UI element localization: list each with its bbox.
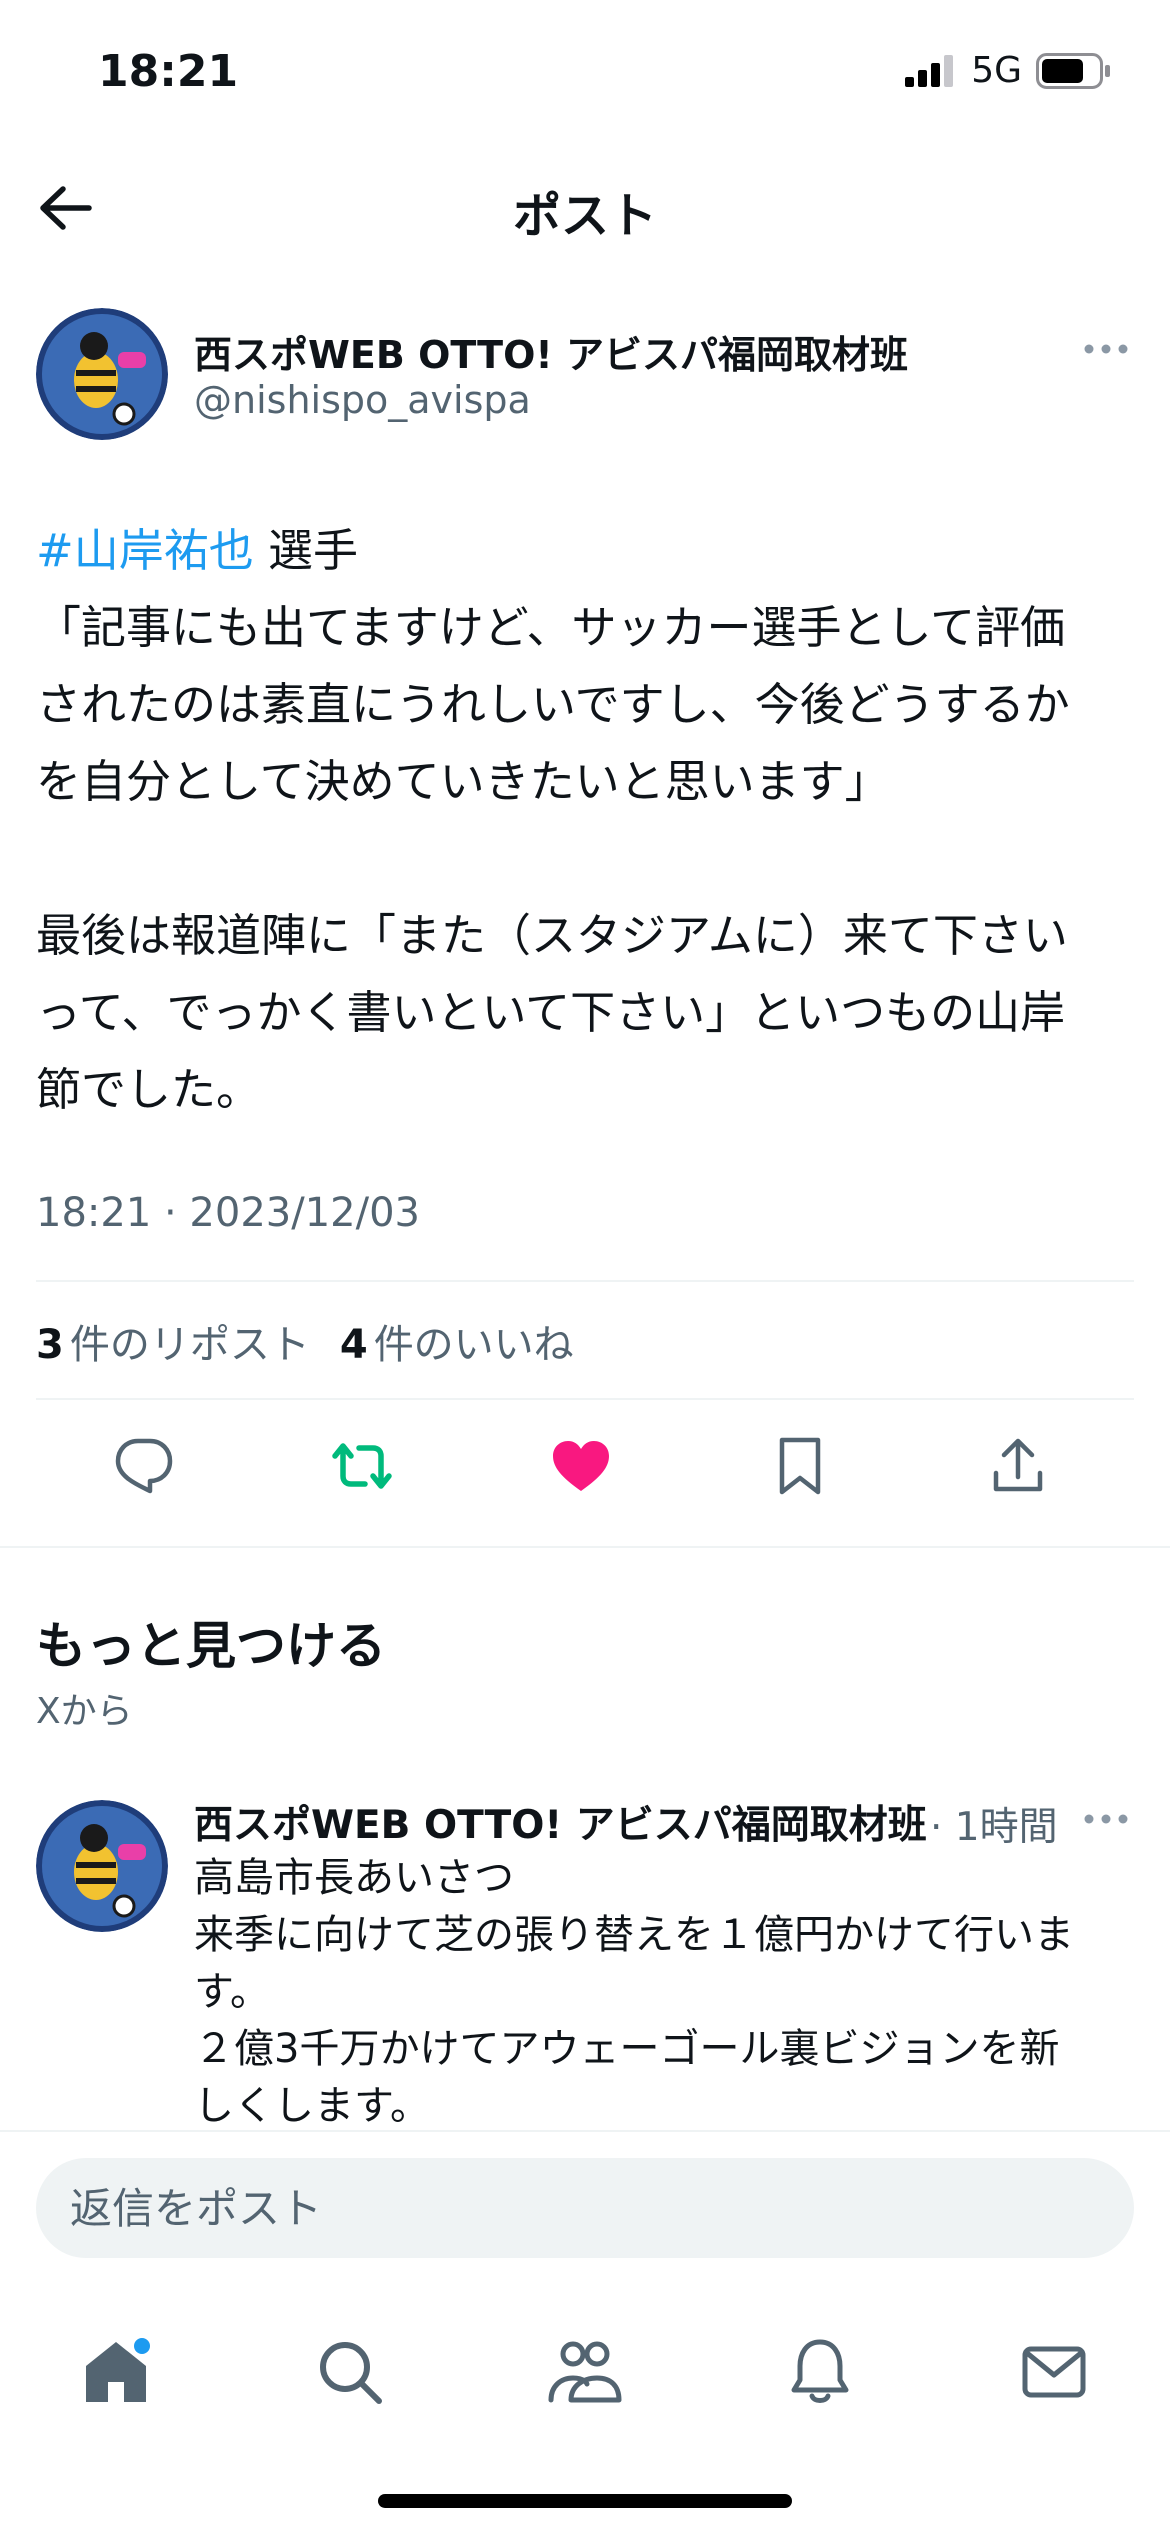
author-name[interactable]: 西スポWEB OTTO! アビスパ福岡取材班 — [194, 324, 908, 379]
more-dots-icon — [1084, 1814, 1128, 1824]
post-text: #山岸祐也 選手 「記事にも出てますけど、サッカー選手として評価 されたのは素直… — [36, 512, 1136, 1128]
notifications-icon — [791, 2339, 849, 2403]
status-time: 18:21 — [98, 46, 239, 97]
action-bar — [0, 1428, 1170, 1504]
discover-subtitle: Xから — [36, 1691, 133, 1732]
tab-home[interactable] — [66, 2322, 166, 2422]
like-icon — [553, 1441, 609, 1491]
messages-icon — [1022, 2346, 1086, 2398]
reply-button[interactable] — [104, 1428, 184, 1504]
divider — [36, 1280, 1134, 1282]
section-divider — [0, 1546, 1170, 1548]
avispa-logo-icon — [36, 308, 168, 440]
reposts-label: 件のリポスト — [69, 1322, 310, 1368]
home-icon — [86, 2338, 150, 2402]
quote-line: 「記事にも出てますけど、サッカー選手として評価 — [36, 601, 1066, 654]
recommended-more-button[interactable] — [1076, 1804, 1136, 1834]
likes-stat[interactable]: 4 件のいいね — [340, 1312, 574, 1370]
reposts-stat[interactable]: 3 件のリポスト — [36, 1312, 310, 1370]
bookmark-button[interactable] — [760, 1428, 840, 1504]
closing-line: 節でした。 — [36, 1063, 262, 1116]
tab-communities[interactable] — [535, 2322, 635, 2422]
recommended-line: す。 — [194, 1969, 270, 2015]
share-button[interactable] — [978, 1428, 1058, 1504]
reposts-count: 3 — [36, 1322, 64, 1368]
avatar[interactable] — [36, 308, 168, 440]
home-indicator — [378, 2494, 792, 2508]
back-button[interactable] — [30, 178, 100, 238]
closing-line: 最後は報道陣に「また（スタジアムに）来て下さい — [36, 909, 1068, 962]
reply-bar — [0, 2130, 1170, 2310]
like-button[interactable] — [541, 1428, 621, 1504]
quote-line: を自分として決めていきたいと思います」 — [36, 755, 890, 808]
network-label: 5G — [971, 50, 1022, 91]
page-title: ポスト — [512, 188, 657, 244]
hashtag-suffix: 選手 — [253, 524, 359, 577]
tab-search[interactable] — [300, 2322, 400, 2422]
divider — [36, 1398, 1134, 1400]
recommended-line: 高島市長あいさつ — [194, 1855, 514, 1901]
signal-icon — [905, 54, 954, 87]
recommended-time: · 1時間 — [930, 1805, 1058, 1850]
avispa-logo-icon — [36, 1800, 168, 1932]
reply-icon — [115, 1438, 173, 1494]
reply-input[interactable] — [36, 2158, 1134, 2258]
battery-icon — [1036, 52, 1110, 89]
recommended-line: 来季に向けて芝の張り替えを１億円かけて行いま — [194, 1912, 1074, 1958]
tab-messages[interactable] — [1004, 2322, 1104, 2422]
likes-count: 4 — [339, 1322, 368, 1368]
communities-icon — [548, 2341, 622, 2403]
more-button[interactable] — [1076, 334, 1136, 364]
search-icon — [320, 2342, 382, 2404]
closing-line: って、でっかく書いといて下さい」といつもの山岸 — [36, 986, 1066, 1039]
tab-notifications[interactable] — [770, 2322, 870, 2422]
hashtag-link[interactable]: #山岸祐也 — [36, 524, 254, 577]
status-icons: 5G — [905, 50, 1112, 91]
more-dots-icon — [1084, 344, 1128, 354]
author-handle[interactable]: @nishispo_avispa — [194, 378, 531, 422]
likes-label: 件のいいね — [373, 1322, 574, 1368]
share-icon — [993, 1438, 1043, 1492]
discover-title: もっと見つける — [36, 1617, 386, 1675]
repost-icon — [332, 1443, 392, 1489]
recommended-avatar[interactable] — [36, 1800, 168, 1932]
arrow-left-icon — [40, 186, 92, 230]
recommended-line: しくします。 — [194, 2083, 430, 2122]
recommended-line: ２億3千万かけてアウェーゴール裏ビジョンを新 — [194, 2026, 1060, 2072]
engagement-stats: 3 件のリポスト 4 件のいいね — [36, 1312, 574, 1370]
recommended-author-name[interactable]: 西スポWEB OTTO! アビスパ福岡取材班 — [194, 1794, 934, 1850]
post-timestamp[interactable]: 18:21 · 2023/12/03 — [36, 1190, 420, 1236]
recommended-post-text[interactable]: 高島市長あいさつ 来季に向けて芝の張り替えを１億円かけて行いま す。 ２億3千万… — [194, 1850, 1134, 2122]
bookmark-icon — [779, 1437, 821, 1495]
quote-line: されたのは素直にうれしいですし、今後どうするか — [36, 678, 1070, 731]
repost-button[interactable] — [322, 1428, 402, 1504]
